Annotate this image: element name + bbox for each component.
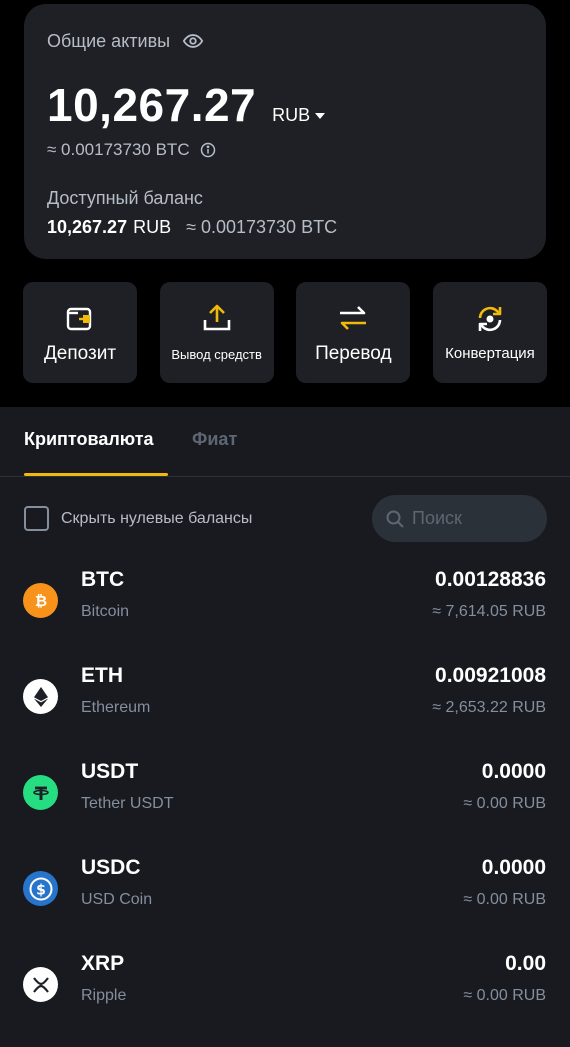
tether-icon [23,775,58,810]
top-area: Общие активы 10,267.27 RUB ≈ 0.00173730 … [0,0,570,407]
tab-fiat[interactable]: Фиат [192,429,237,450]
tab-crypto[interactable]: Криптовалюта [24,429,154,450]
hide-zero-checkbox[interactable] [24,506,49,531]
info-icon[interactable] [200,142,216,158]
caret-down-icon [315,112,326,119]
coin-fiat-value: ≈ 7,614.05 RUB [432,603,546,620]
total-balance-row: 10,267.27 RUB [47,78,326,132]
coin-row-btc[interactable]: ₿ BTC Bitcoin 0.00128836 ≈ 7,614.05 RUB [0,561,570,657]
coin-name: USD Coin [81,891,153,908]
withdraw-label: Вывод средств [171,347,262,362]
usd-coin-icon: $ [23,871,58,906]
coin-name: Ripple [81,987,127,1004]
coin-name: Bitcoin [81,603,130,620]
coin-symbol: USDC [81,856,141,879]
available-currency: RUB [133,217,172,237]
coin-fiat-value: ≈ 0.00 RUB [463,987,546,1004]
ethereum-icon [23,679,58,714]
available-btc: ≈ 0.00173730 BTC [186,217,338,237]
coin-name: Ethereum [81,699,151,716]
coin-row-usdt[interactable]: USDT Tether USDT 0.0000 ≈ 0.00 RUB [0,753,570,849]
coin-amount: 0.00 [505,952,546,975]
available-balance-label: Доступный баланс [47,188,203,208]
currency-selector[interactable]: RUB [272,105,326,126]
asset-tabs: Криптовалюта Фиат [0,407,570,477]
currency-label: RUB [272,105,311,125]
btc-equivalent-row: ≈ 0.00173730 BTC [47,140,216,160]
deposit-button[interactable]: Депозит [23,282,137,383]
search-box[interactable] [372,495,547,542]
assets-title: Общие активы [47,30,171,51]
coin-amount: 0.0000 [481,760,546,783]
available-amount: 10,267.27 [47,217,128,237]
svg-text:₿: ₿ [34,592,46,610]
eye-icon[interactable] [182,30,204,52]
search-input[interactable] [412,508,532,529]
withdraw-upload-icon [200,301,234,335]
coin-fiat-value: ≈ 2,653.22 RUB [432,699,546,716]
filter-row: Скрыть нулевые балансы [0,477,570,561]
coin-row-xrp[interactable]: XRP Ripple 0.00 ≈ 0.00 RUB [0,945,570,1041]
assets-title-row: Общие активы [47,30,204,52]
coin-fiat-value: ≈ 0.00 RUB [463,891,546,908]
coin-symbol: ETH [81,664,123,687]
transfer-label: Перевод [315,343,392,364]
assets-card: Общие активы 10,267.27 RUB ≈ 0.00173730 … [24,4,546,259]
deposit-label: Депозит [43,343,117,364]
deposit-wallet-icon [63,301,97,335]
coin-amount: 0.0000 [481,856,546,879]
coin-symbol: XRP [81,952,125,975]
search-icon [385,509,405,529]
coin-row-eth[interactable]: ETH Ethereum 0.00921008 ≈ 2,653.22 RUB [0,657,570,753]
asset-list-panel: Криптовалюта Фиат Скрыть нулевые балансы… [0,407,570,1047]
coin-symbol: BTC [81,568,125,591]
coin-amount: 0.00921008 [435,664,546,687]
convert-label: Конвертация [445,345,535,362]
coin-row-usdc[interactable]: $ USDC USD Coin 0.0000 ≈ 0.00 RUB [0,849,570,945]
coin-name: Tether USDT [81,795,174,812]
svg-text:$: $ [36,882,46,898]
convert-button[interactable]: Конвертация [432,282,547,383]
withdraw-button[interactable]: Вывод средств [159,282,274,383]
btc-equivalent: ≈ 0.00173730 BTC [47,140,190,159]
coin-fiat-value: ≈ 0.00 RUB [463,795,546,812]
active-tab-indicator [24,473,168,476]
transfer-arrows-icon [336,301,370,335]
total-balance: 10,267.27 [47,79,257,131]
coin-symbol: USDT [81,760,139,783]
ripple-icon [23,967,58,1002]
convert-cycle-icon [473,301,507,335]
bitcoin-icon: ₿ [23,583,58,618]
hide-zero-label: Скрыть нулевые балансы [61,510,253,527]
action-buttons: Депозит Вывод средств Перевод Конвертаци… [23,282,547,383]
coin-amount: 0.00128836 [435,568,546,591]
transfer-button[interactable]: Перевод [296,282,411,383]
available-balance-row: 10,267.27 RUB ≈ 0.00173730 BTC [47,217,337,238]
